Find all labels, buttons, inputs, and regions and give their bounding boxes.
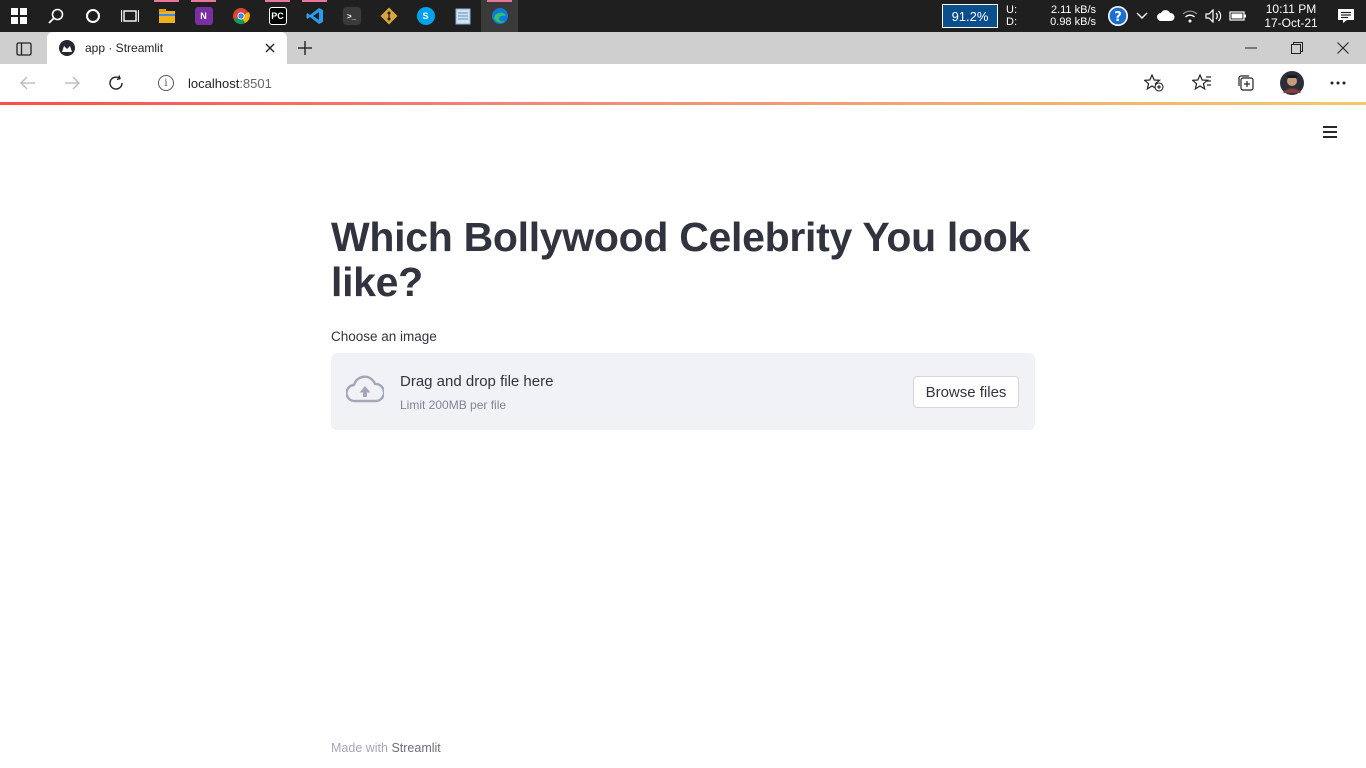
wifi-icon[interactable] <box>1178 0 1202 32</box>
streamlit-favicon-icon <box>59 40 75 56</box>
windows-taskbar: N PC >_ S 91.2% U: D: 2.11 kB/s 0.98 kB/… <box>0 0 1366 32</box>
close-window-icon[interactable] <box>1320 32 1366 64</box>
file-explorer-icon[interactable] <box>148 0 185 32</box>
file-size-limit: Limit 200MB per file <box>400 398 507 412</box>
onenote-icon[interactable]: N <box>185 0 222 32</box>
download-label: D: <box>1006 16 1017 28</box>
url-host: localhost <box>188 75 240 91</box>
svg-text:?: ? <box>1114 10 1122 25</box>
battery-icon[interactable] <box>1226 0 1250 32</box>
upload-speed: 2.11 kB/s <box>1050 4 1096 16</box>
pycharm-icon[interactable]: PC <box>259 0 296 32</box>
windows-start-icon[interactable] <box>0 0 37 32</box>
address-bar[interactable]: i localhost:8501 <box>146 68 1168 98</box>
download-speed: 0.98 kB/s <box>1050 16 1096 28</box>
forward-arrow-icon[interactable] <box>57 68 87 98</box>
browser-tab-strip: app · Streamlit <box>0 32 1366 64</box>
browser-tab[interactable]: app · Streamlit <box>47 32 287 64</box>
collections-icon[interactable] <box>1231 68 1261 98</box>
restore-icon[interactable] <box>1274 32 1320 64</box>
vscode-icon[interactable] <box>296 0 333 32</box>
git-icon[interactable] <box>370 0 407 32</box>
skype-icon[interactable]: S <box>407 0 444 32</box>
cloud-upload-icon <box>345 375 386 410</box>
taskbar-clock[interactable]: 10:11 PM 17-Oct-21 <box>1256 2 1326 30</box>
edge-icon[interactable] <box>481 0 518 32</box>
clock-date: 17-Oct-21 <box>1264 16 1318 30</box>
favorites-icon[interactable] <box>1187 68 1217 98</box>
clock-time: 10:11 PM <box>1265 2 1317 16</box>
more-options-icon[interactable] <box>1323 68 1353 98</box>
onedrive-cloud-icon[interactable] <box>1154 0 1178 32</box>
volume-icon[interactable] <box>1202 0 1226 32</box>
main-menu-icon[interactable] <box>1318 120 1342 144</box>
tab-actions-icon[interactable] <box>10 38 38 60</box>
refresh-icon[interactable] <box>101 68 131 98</box>
drop-instructions: Drag and drop file here <box>400 373 554 390</box>
chrome-icon[interactable] <box>222 0 259 32</box>
new-tab-icon[interactable] <box>292 36 318 60</box>
back-arrow-icon[interactable] <box>13 68 43 98</box>
search-icon[interactable] <box>37 0 74 32</box>
main-content: Which Bollywood Celebrity You look like?… <box>331 215 1035 430</box>
system-tray: 91.2% U: D: 2.11 kB/s 0.98 kB/s ? 10:11 … <box>942 0 1366 32</box>
streamlit-decoration-bar <box>0 102 1366 105</box>
footer-prefix: Made with <box>331 741 392 755</box>
profile-avatar[interactable] <box>1277 68 1307 98</box>
upload-label: U: <box>1006 4 1017 16</box>
tab-title: app · Streamlit <box>85 41 164 55</box>
tab-close-icon[interactable] <box>259 37 281 59</box>
site-info-icon[interactable]: i <box>158 75 174 91</box>
chevron-up-icon[interactable] <box>1130 0 1154 32</box>
notifications-icon[interactable] <box>1326 8 1366 24</box>
battery-percentage[interactable]: 91.2% <box>942 4 998 28</box>
network-speed-meter: U: D: 2.11 kB/s 0.98 kB/s <box>1006 4 1096 28</box>
file-dropzone[interactable]: Drag and drop file here Limit 200MB per … <box>331 353 1035 430</box>
footer: Made with Streamlit <box>331 741 441 755</box>
notepad-icon[interactable] <box>444 0 481 32</box>
page-title: Which Bollywood Celebrity You look like? <box>331 214 1030 305</box>
cortana-icon[interactable] <box>74 0 111 32</box>
url-text[interactable]: localhost:8501 <box>188 76 272 91</box>
minimize-icon[interactable] <box>1228 32 1274 64</box>
browser-toolbar: i localhost:8501 <box>0 64 1366 102</box>
task-view-icon[interactable] <box>111 0 148 32</box>
add-favorite-icon[interactable] <box>1139 68 1169 98</box>
help-icon[interactable]: ? <box>1106 0 1130 32</box>
browse-files-button[interactable]: Browse files <box>913 376 1019 408</box>
terminal-icon[interactable]: >_ <box>333 0 370 32</box>
file-uploader-label: Choose an image <box>331 329 437 344</box>
streamlit-link[interactable]: Streamlit <box>391 741 440 755</box>
url-port: :8501 <box>239 75 272 91</box>
